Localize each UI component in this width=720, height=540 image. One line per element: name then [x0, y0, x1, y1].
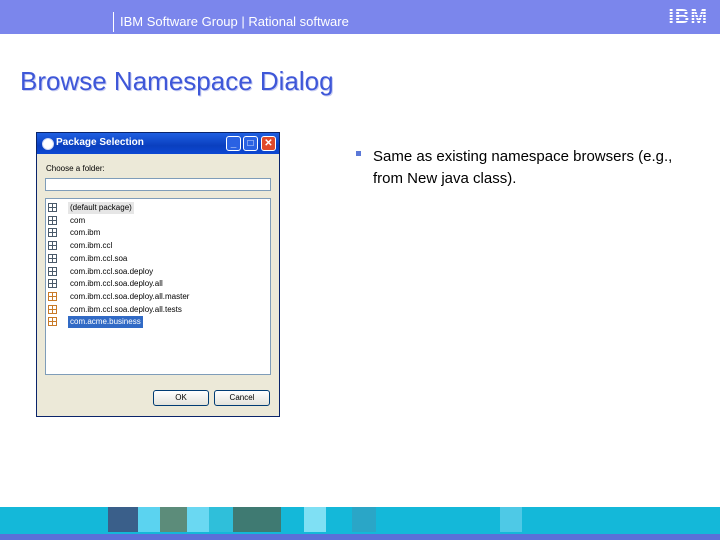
package-icon [48, 203, 57, 212]
footer-image-4 [187, 507, 209, 532]
list-item-label: com.ibm.ccl.soa.deploy.all.master [70, 291, 190, 301]
package-icon [48, 215, 57, 225]
bullet-square-icon [356, 151, 361, 156]
bullet-text: Same as existing namespace browsers (e.g… [373, 148, 673, 187]
package-icon [48, 279, 57, 289]
cancel-button[interactable]: Cancel [214, 390, 270, 406]
folder-input[interactable] [45, 178, 271, 191]
footer-image-8 [352, 507, 376, 532]
footer-image-2 [138, 507, 160, 532]
footer-bottom-line [0, 534, 720, 540]
package-icon [48, 228, 57, 238]
close-button[interactable]: ✕ [261, 136, 276, 151]
maximize-button[interactable]: □ [243, 136, 258, 151]
package-icon [48, 241, 57, 251]
list-item-label: com.ibm.ccl [70, 241, 113, 251]
package-icon [48, 304, 57, 314]
slide-title: Browse Namespace Dialog [20, 66, 334, 96]
list-item-label: com.ibm.ccl.soa.deploy.all [70, 279, 163, 289]
ibm-logo: IBM [668, 6, 708, 28]
list-item-label: com.ibm.ccl.soa [70, 253, 128, 263]
header-separator [113, 12, 114, 32]
header-group-text: IBM Software Group | Rational software [120, 14, 349, 29]
minimize-button[interactable]: _ [226, 136, 241, 151]
list-item-label: com [70, 215, 86, 225]
ok-button[interactable]: OK [153, 390, 209, 406]
package-icon [48, 253, 57, 263]
package-selection-dialog: Package Selection _ □ ✕ Choose a folder:… [36, 132, 280, 417]
header-band: IBM Software Group | Rational software I… [0, 0, 720, 34]
package-icon [48, 317, 57, 327]
package-icon [48, 266, 57, 276]
footer-image-5 [209, 507, 233, 532]
list-item-label: com.acme.business [68, 316, 143, 329]
list-item-label: com.ibm.ccl.soa.deploy [70, 266, 154, 276]
list-item-label: com.ibm.ccl.soa.deploy.all.tests [70, 304, 182, 314]
package-icon [48, 291, 57, 301]
dialog-titlebar[interactable]: Package Selection _ □ ✕ [37, 133, 279, 154]
footer-image-3 [160, 507, 187, 532]
choose-folder-label: Choose a folder: [46, 164, 105, 173]
footer-image-9 [500, 507, 522, 532]
footer-image-6 [233, 507, 281, 532]
list-item-label: (default package) [68, 202, 134, 214]
footer-band [0, 507, 720, 540]
eclipse-icon [42, 138, 54, 150]
list-item-label: com.ibm [70, 228, 101, 238]
dialog-title: Package Selection [56, 137, 144, 148]
footer-image-7 [304, 507, 326, 532]
package-list[interactable]: (default package) com com.ibm com.ibm.ccl co… [45, 198, 271, 375]
footer-image-1 [108, 507, 138, 532]
